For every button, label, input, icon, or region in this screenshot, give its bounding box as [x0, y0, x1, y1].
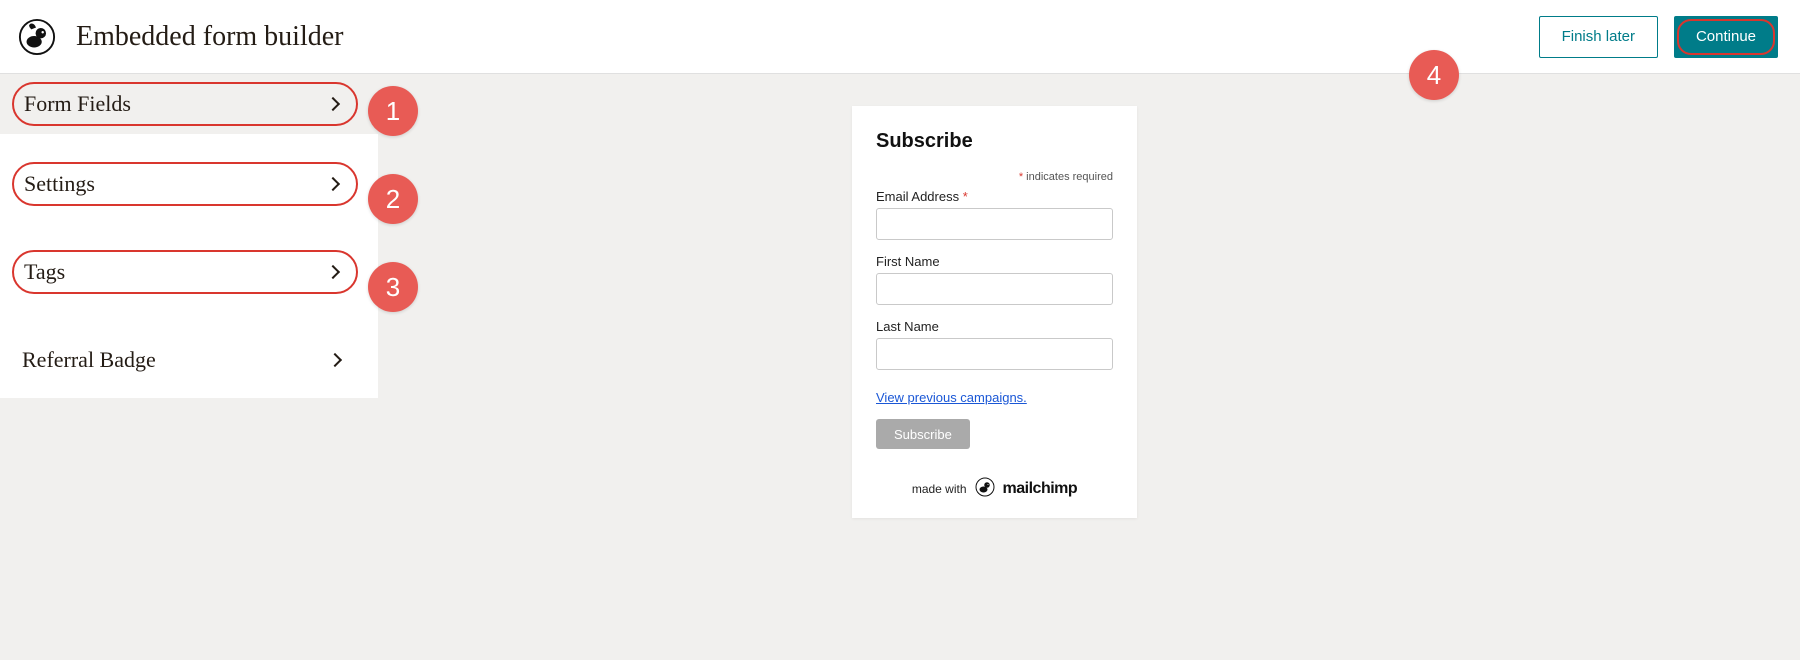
lastname-input[interactable]	[876, 338, 1113, 370]
mailchimp-wordmark: mailchimp	[1003, 480, 1078, 498]
sidebar-row-tags: Tags	[0, 222, 378, 310]
field-label-firstname: First Name	[876, 254, 1113, 269]
asterisk-icon: *	[1019, 171, 1023, 183]
required-note: * indicates required	[876, 171, 1113, 183]
sidebar-row-settings: Settings	[0, 134, 378, 222]
freddie-icon	[18, 18, 56, 56]
continue-button[interactable]: Continue	[1674, 16, 1778, 58]
subscribe-button[interactable]: Subscribe	[876, 419, 970, 449]
annotation-badge-4: 4	[1409, 50, 1459, 100]
preview-heading: Subscribe	[876, 130, 1113, 153]
made-with-text: made with	[912, 482, 967, 496]
sidebar-item-tags[interactable]: Tags	[12, 250, 358, 294]
sidebar-item-label: Tags	[24, 259, 328, 285]
form-preview-card: Subscribe * indicates required Email Add…	[852, 106, 1137, 518]
field-label-lastname: Last Name	[876, 319, 1113, 334]
annotation-badge-1: 1	[368, 86, 418, 136]
field-firstname: First Name	[876, 254, 1113, 305]
view-previous-campaigns-link[interactable]: View previous campaigns.	[876, 390, 1027, 405]
annotation-badge-3: 3	[368, 262, 418, 312]
sidebar-item-label: Settings	[24, 171, 328, 197]
email-input[interactable]	[876, 208, 1113, 240]
field-email: Email Address *	[876, 189, 1113, 240]
chevron-right-icon	[326, 177, 340, 191]
sidebar-item-label: Referral Badge	[22, 347, 330, 373]
field-lastname: Last Name	[876, 319, 1113, 370]
mailchimp-small-logo-icon	[975, 477, 995, 500]
chevron-right-icon	[326, 265, 340, 279]
header-bar: Embedded form builder Finish later Conti…	[0, 0, 1800, 74]
page-title: Embedded form builder	[76, 21, 343, 53]
sidebar-row-form-fields: Form Fields	[0, 74, 378, 134]
sidebar-item-form-fields[interactable]: Form Fields	[12, 82, 358, 126]
sidebar-item-referral-badge[interactable]: Referral Badge	[12, 338, 358, 382]
field-label-text: Email Address	[876, 189, 959, 204]
sidebar-item-label: Form Fields	[24, 91, 328, 117]
finish-later-button[interactable]: Finish later	[1539, 16, 1658, 58]
chevron-right-icon	[326, 97, 340, 111]
sidebar-row-referral-badge: Referral Badge	[0, 310, 378, 398]
firstname-input[interactable]	[876, 273, 1113, 305]
continue-button-label: Continue	[1696, 28, 1756, 45]
body-canvas: Form Fields Settings Tags Referral Badge…	[0, 74, 1800, 660]
required-note-text: indicates required	[1026, 171, 1113, 183]
asterisk-icon: *	[963, 189, 968, 204]
made-with-row: made with mailchimp	[876, 477, 1113, 500]
mailchimp-logo-icon	[18, 18, 56, 56]
annotation-badge-2: 2	[368, 174, 418, 224]
field-label-email: Email Address *	[876, 189, 1113, 204]
chevron-right-icon	[328, 353, 342, 367]
sidebar-item-settings[interactable]: Settings	[12, 162, 358, 206]
